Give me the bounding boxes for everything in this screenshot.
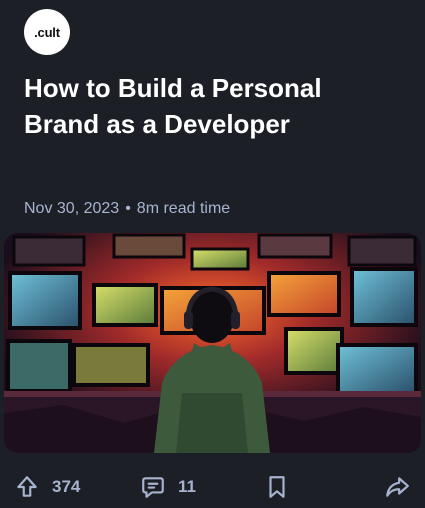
comment-count: 11 <box>178 477 196 496</box>
comment-button[interactable]: 11 <box>140 474 196 500</box>
meta-separator: • <box>125 200 131 217</box>
comment-icon <box>140 474 166 500</box>
read-time: 8m read time <box>136 200 231 217</box>
cover-image[interactable] <box>4 233 421 453</box>
post-title[interactable]: How to Build a Personal Brand as a Devel… <box>24 70 394 142</box>
post-meta: Nov 30, 2023 • 8m read time <box>24 200 230 218</box>
bookmark-icon <box>264 474 290 500</box>
publisher-logo[interactable]: .cult <box>24 9 70 55</box>
share-icon <box>384 474 410 500</box>
publisher-logo-text: .cult <box>34 24 60 40</box>
bookmark-button[interactable] <box>264 474 290 500</box>
upvote-button[interactable]: 374 <box>14 474 80 500</box>
post-date: Nov 30, 2023 <box>24 200 120 217</box>
post-actions: 374 11 <box>0 466 425 508</box>
cover-illustration <box>4 233 421 453</box>
share-button[interactable] <box>384 474 410 500</box>
upvote-count: 374 <box>52 477 81 496</box>
upvote-icon <box>14 474 40 500</box>
